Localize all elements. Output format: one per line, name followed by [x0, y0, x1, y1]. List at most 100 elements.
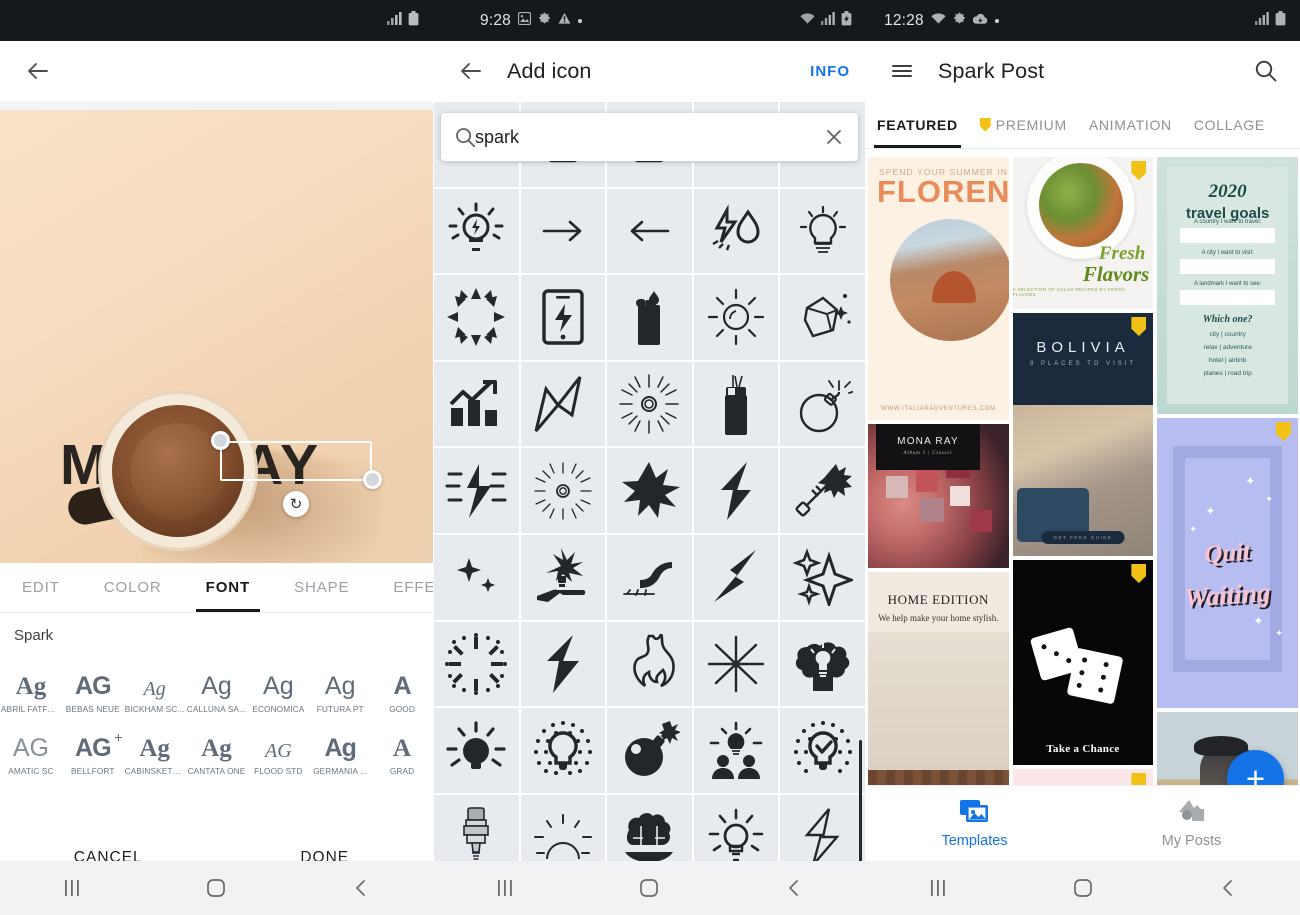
editor-canvas-area[interactable]: MONDAY ↻ — [0, 101, 433, 563]
template-card-home-edition[interactable]: HOME EDITION We help make your home styl… — [868, 572, 1009, 819]
tab-font[interactable]: FONT — [184, 563, 272, 612]
icon-arrow-right[interactable] — [519, 187, 607, 275]
color-swatch — [920, 498, 944, 523]
icon-bulb-rays-solid[interactable] — [692, 793, 780, 861]
icon-flash-lines[interactable] — [433, 447, 520, 534]
home-icon[interactable] — [186, 861, 246, 915]
icon-sun-arc[interactable] — [519, 793, 607, 861]
icon-four-point-sparkle[interactable] — [779, 533, 866, 621]
design-canvas[interactable]: MONDAY ↻ — [0, 110, 433, 563]
template-card-quit-waiting[interactable]: ✦ ✦ ✦ ✦ ✦ ✦ Quit Waiting — [1157, 418, 1299, 708]
icon-lighter[interactable] — [692, 360, 780, 448]
font-option[interactable]: Ag GERMANIA ... — [309, 716, 371, 777]
icon-lighter-flame[interactable] — [606, 274, 693, 361]
icon-brain-solid[interactable] — [606, 793, 693, 861]
font-option[interactable]: AG AMATIC SC — [0, 716, 62, 777]
font-option[interactable]: A GOOD — [371, 654, 433, 715]
template-card-bolivia[interactable]: BOLIVIA 8 PLACES TO VISIT GET FREE GUIDE — [1012, 313, 1154, 556]
back-chevron-icon[interactable] — [331, 861, 391, 915]
icon-firework-dots[interactable] — [433, 620, 520, 708]
icon-bolt-solid[interactable] — [692, 447, 780, 534]
icon-sun-outline[interactable] — [692, 274, 780, 361]
icon-idea-people[interactable] — [692, 707, 780, 794]
template-card-travel-goals[interactable]: 2020 travel goals A country I want to tr… — [1157, 157, 1299, 414]
back-chevron-icon[interactable] — [764, 861, 824, 915]
icon-bolt-droplet[interactable] — [692, 187, 780, 275]
tab-effect[interactable]: EFFECT — [371, 563, 433, 612]
bottom-nav-my-posts[interactable]: My Posts — [1083, 798, 1300, 849]
font-option[interactable]: Ag FUTURA PT — [309, 654, 371, 715]
close-icon[interactable] — [824, 127, 844, 147]
template-masonry-grid[interactable]: SPEND YOUR SUMMER IN ITALY FLORENCE WWW.… — [866, 157, 1300, 862]
icon-results-scroll[interactable] — [433, 101, 866, 861]
icon-idea-hand[interactable] — [519, 533, 607, 621]
tab-animation[interactable]: ANIMATION — [1078, 101, 1183, 148]
icon-lightbulb-outline[interactable] — [779, 187, 866, 275]
template-card-florence[interactable]: SPEND YOUR SUMMER IN ITALY FLORENCE WWW.… — [868, 157, 1009, 421]
icon-growth-chart[interactable] — [433, 360, 520, 448]
icon-bulb-solid-rays[interactable] — [433, 707, 520, 794]
recents-icon[interactable] — [475, 861, 535, 915]
font-option[interactable]: A GRAD — [371, 716, 433, 776]
font-option[interactable]: Ag BICKHAM SC... — [124, 654, 186, 714]
tab-collage[interactable]: COLLAGE — [1183, 101, 1276, 148]
selection-bounding-box[interactable] — [220, 441, 372, 481]
icon-phone-bolt[interactable] — [519, 274, 607, 361]
font-option[interactable]: Ag ECONOMICA — [247, 654, 309, 715]
tab-featured[interactable]: FEATURED — [866, 101, 969, 148]
back-arrow-icon[interactable] — [16, 49, 60, 93]
font-option[interactable]: Ag CABINSKETCH — [124, 716, 186, 776]
back-chevron-icon[interactable] — [1198, 861, 1258, 915]
icon-bomb[interactable] — [779, 360, 866, 448]
icon-search-bar[interactable]: spark — [441, 113, 858, 161]
icon-bulb-dots[interactable] — [519, 707, 607, 794]
scrollbar-track[interactable] — [859, 160, 864, 915]
rotate-icon[interactable]: ↻ — [283, 491, 309, 517]
icon-bulb-check[interactable] — [779, 707, 866, 794]
hamburger-menu-icon[interactable] — [880, 49, 924, 93]
icon-sparkles-small[interactable] — [433, 533, 520, 621]
tab-color[interactable]: COLOR — [82, 563, 184, 612]
icon-bolt-outline-2[interactable] — [779, 793, 866, 861]
tab-shape[interactable]: SHAPE — [272, 563, 371, 612]
font-option[interactable]: Ag CALLUNA SA... — [186, 654, 248, 715]
icon-spark-plug-burst[interactable] — [779, 447, 866, 534]
icon-gem-sparkle[interactable] — [779, 274, 866, 361]
icon-lightbulb-rays[interactable] — [433, 187, 520, 275]
font-option[interactable]: AG BEBAS NEUE — [62, 654, 124, 715]
search-input[interactable]: spark — [455, 127, 824, 148]
icon-brain-idea[interactable] — [779, 620, 866, 708]
icon-bolt-solid-2[interactable] — [519, 620, 607, 708]
icon-eight-point-star[interactable] — [692, 620, 780, 708]
tab-edit[interactable]: EDIT — [0, 563, 82, 612]
recents-icon[interactable] — [42, 861, 102, 915]
font-option[interactable]: Ag ABRIL FATFACE — [0, 654, 62, 714]
icon-bolt-zigzag[interactable] — [692, 533, 780, 621]
icon-radial-sun[interactable] — [606, 360, 693, 448]
font-option[interactable]: AG BELLFORT — [62, 716, 124, 776]
bottom-nav-templates[interactable]: Templates — [866, 798, 1083, 849]
icon-sunburst-star[interactable] — [433, 274, 520, 361]
icon-spark-plug[interactable] — [433, 793, 520, 861]
home-icon[interactable] — [1053, 861, 1113, 915]
icon-star-burst[interactable] — [606, 447, 693, 534]
tab-premium[interactable]: PREMIUM — [969, 101, 1078, 148]
icon-radial-circle[interactable] — [519, 447, 607, 534]
icon-arrow-left[interactable] — [606, 187, 693, 275]
template-card-fresh-flavors[interactable]: Fresh Flavors A SELECTION OF SALAD RECIP… — [1012, 157, 1154, 309]
font-option[interactable]: Ag CANTATA ONE — [186, 716, 248, 776]
icon-welding-torch[interactable] — [606, 533, 693, 621]
resize-handle-top-left[interactable] — [211, 431, 230, 450]
info-button[interactable]: INFO — [810, 41, 850, 101]
icon-bomb-solid[interactable] — [606, 707, 693, 794]
template-card-mona-ray[interactable]: MONA RAY Album 2 | Classic — [868, 424, 1009, 569]
template-card-take-a-chance[interactable]: Take a Chance — [1012, 560, 1154, 765]
search-icon[interactable] — [1244, 49, 1288, 93]
resize-handle-bottom-right[interactable] — [363, 470, 382, 489]
home-icon[interactable] — [619, 861, 679, 915]
recents-icon[interactable] — [908, 861, 968, 915]
font-option[interactable]: AG FLOOD STD — [247, 716, 309, 776]
back-arrow-icon[interactable] — [449, 49, 493, 93]
icon-flame[interactable] — [606, 620, 693, 708]
icon-lightning-outline[interactable] — [519, 360, 607, 448]
